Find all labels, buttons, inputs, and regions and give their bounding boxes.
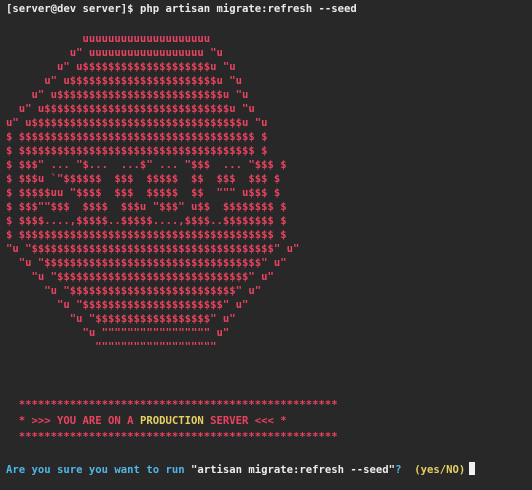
ascii-art-line: $ $$$$....,$$$$$..$$$$$....,$$$$..$$$$$$… — [6, 215, 287, 227]
confirm-question-command: "artisan migrate:refresh --seed" — [190, 464, 396, 476]
confirm-question-suffix: ? — [395, 464, 415, 476]
ascii-art-line: $ $$$""$$$ $$$$ $$$u "$$$" u$$ $$$$$$$$ … — [6, 201, 287, 213]
ascii-art-line: u" u$$$$$$$$$$$$$$$$$$$$$$$$$$u "u — [6, 89, 249, 101]
ascii-art-line: $ $$$$$$$$$$$$$$$$$$$$$$$$$$$$$$$$$$$$$ … — [6, 131, 268, 143]
terminal-window[interactable]: [server@dev server]$ php artisan migrate… — [0, 0, 532, 490]
command-text: php artisan migrate:refresh --seed — [139, 3, 357, 15]
text-cursor[interactable] — [469, 462, 476, 475]
warning-message: * >>> YOU ARE ON A PRODUCTION SERVER <<<… — [6, 414, 287, 428]
ascii-art-line: $ $$$" ... "$... ...$" ... "$$$ ... "$$$… — [6, 159, 287, 171]
confirmation-prompt[interactable]: Are you sure you want to run "artisan mi… — [6, 462, 476, 476]
ascii-art-line: $ $$$$$$$$$$$$$$$$$$$$$$$$$$$$$$$$$$$$$ … — [6, 145, 268, 157]
shell-prompt-line: [server@dev server]$ php artisan migrate… — [6, 2, 357, 16]
warning-border-bottom: ****************************************… — [6, 431, 338, 443]
ascii-art-line: $ $$$u `"$$$$$$ $$$ $$$$$ $$ $$$ $$$ $ — [6, 173, 281, 185]
ascii-art-line: u" u$$$$$$$$$$$$$$$$$$$$$$$$$$$$$$$$$u "… — [6, 117, 268, 129]
ascii-art-line: $ $$$$$uu "$$$$ $$$ $$$$$ $$ """ u$$$ $ — [6, 187, 281, 199]
ascii-art-line: "u """"""""""""""""" u" — [6, 327, 230, 339]
ascii-art-line: u" u$$$$$$$$$$$$$$$$$$$$$$$u "u — [6, 75, 242, 87]
ascii-art-line: u" u$$$$$$$$$$$$$$$$$$$$$$$$$$$$$u "u — [6, 103, 255, 115]
ascii-art-line: "u "$$$$$$$$$$$$$$$$$$" u" — [6, 313, 236, 325]
ascii-art-line: "u "$$$$$$$$$$$$$$$$$$$$$$" u" — [6, 299, 249, 311]
warning-prefix: * >>> YOU ARE ON A — [6, 415, 140, 427]
ascii-art-line: "u "$$$$$$$$$$$$$$$$$$$$$$$$$$$$$$" u" — [6, 271, 274, 283]
confirm-question-prefix: Are you sure you want to run — [6, 464, 191, 476]
ascii-art-line: $ $$$$$$$$$$$$$$$$$$$$$$$$$$$$$$$$$$$$$$… — [6, 229, 287, 241]
ascii-art-line: "u "$$$$$$$$$$$$$$$$$$$$$$$$$$$$$$$$$$" … — [6, 257, 287, 269]
ascii-art-line: uuuuuuuuuuuuuuuuuuuu — [6, 33, 211, 45]
prompt-text: [server@dev server]$ — [6, 3, 134, 15]
ascii-art-line: "u "$$$$$$$$$$$$$$$$$$$$$$$$$$$$$$$$$$$$… — [6, 243, 300, 255]
confirm-choices: (yes/NO) — [414, 464, 466, 476]
ascii-art-line: """"""""""""""""""" — [6, 341, 217, 353]
ascii-art-line: u" uuuuuuuuuuuuuuuuuu "u — [6, 47, 223, 59]
ascii-art-line: u" u$$$$$$$$$$$$$$$$$$$$u "u — [6, 61, 236, 73]
warning-highlight: PRODUCTION — [139, 415, 204, 427]
ascii-art-line: "u "$$$$$$$$$$$$$$$$$$$$$$$$$$" u" — [6, 285, 262, 297]
warning-border-top: ****************************************… — [6, 399, 338, 411]
warning-suffix: SERVER <<< * — [203, 415, 287, 427]
